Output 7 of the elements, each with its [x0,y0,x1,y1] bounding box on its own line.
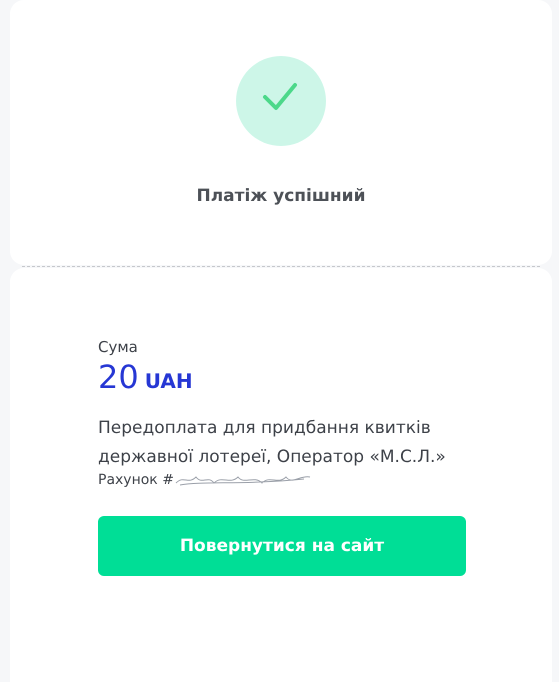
status-title: Платіж успішний [196,186,366,206]
payment-description: Передоплата для придбання квитків державної лотереї, Оператор «М.С.Л.» [98,417,447,469]
account-label: Рахунок # [98,472,174,488]
amount-label: Сума [98,338,139,356]
currency-label: UAH [144,369,193,393]
amount-value: 20 [98,358,139,396]
return-button[interactable]: Повернутися на сайт [98,516,466,576]
